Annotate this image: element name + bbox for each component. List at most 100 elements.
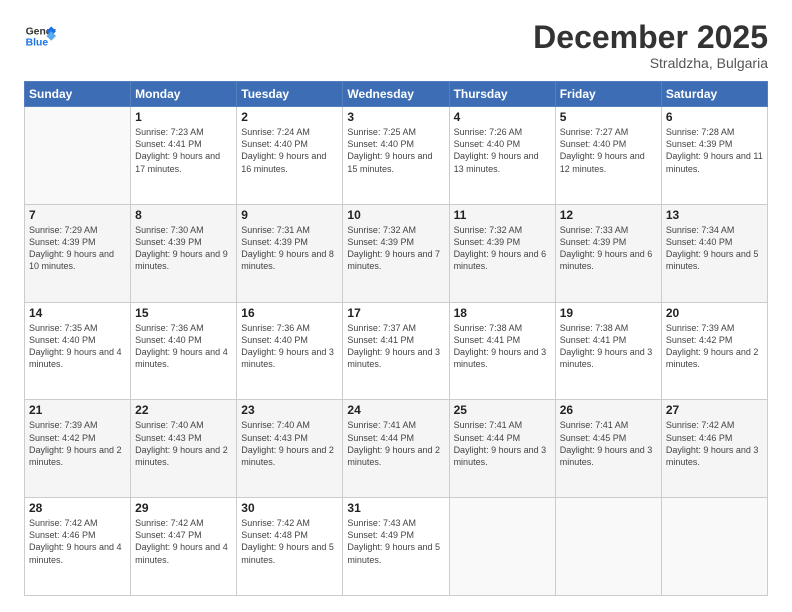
table-row: 24 Sunrise: 7:41 AM Sunset: 4:44 PM Dayli…	[343, 400, 449, 498]
day-number: 23	[241, 403, 338, 417]
table-row	[25, 107, 131, 205]
page: General Blue December 2025 Straldzha, Bu…	[0, 0, 792, 612]
day-number: 10	[347, 208, 444, 222]
cell-info: Sunrise: 7:29 AM Sunset: 4:39 PM Dayligh…	[29, 224, 126, 273]
cell-info: Sunrise: 7:36 AM Sunset: 4:40 PM Dayligh…	[241, 322, 338, 371]
table-row: 21 Sunrise: 7:39 AM Sunset: 4:42 PM Dayli…	[25, 400, 131, 498]
cell-info: Sunrise: 7:35 AM Sunset: 4:40 PM Dayligh…	[29, 322, 126, 371]
day-number: 14	[29, 306, 126, 320]
day-number: 11	[454, 208, 551, 222]
svg-text:Blue: Blue	[26, 38, 49, 49]
table-row: 12 Sunrise: 7:33 AM Sunset: 4:39 PM Dayli…	[555, 204, 661, 302]
header: General Blue December 2025 Straldzha, Bu…	[24, 20, 768, 71]
table-row: 17 Sunrise: 7:37 AM Sunset: 4:41 PM Dayli…	[343, 302, 449, 400]
table-row: 25 Sunrise: 7:41 AM Sunset: 4:44 PM Dayli…	[449, 400, 555, 498]
calendar-week-row: 7 Sunrise: 7:29 AM Sunset: 4:39 PM Daylig…	[25, 204, 768, 302]
cell-info: Sunrise: 7:42 AM Sunset: 4:46 PM Dayligh…	[666, 419, 763, 468]
table-row: 5 Sunrise: 7:27 AM Sunset: 4:40 PM Daylig…	[555, 107, 661, 205]
title-block: December 2025 Straldzha, Bulgaria	[533, 20, 768, 71]
header-thursday: Thursday	[449, 82, 555, 107]
day-number: 21	[29, 403, 126, 417]
day-number: 17	[347, 306, 444, 320]
day-number: 5	[560, 110, 657, 124]
table-row: 11 Sunrise: 7:32 AM Sunset: 4:39 PM Dayli…	[449, 204, 555, 302]
cell-info: Sunrise: 7:41 AM Sunset: 4:44 PM Dayligh…	[454, 419, 551, 468]
cell-info: Sunrise: 7:37 AM Sunset: 4:41 PM Dayligh…	[347, 322, 444, 371]
cell-info: Sunrise: 7:40 AM Sunset: 4:43 PM Dayligh…	[135, 419, 232, 468]
table-row: 26 Sunrise: 7:41 AM Sunset: 4:45 PM Dayli…	[555, 400, 661, 498]
cell-info: Sunrise: 7:32 AM Sunset: 4:39 PM Dayligh…	[347, 224, 444, 273]
cell-info: Sunrise: 7:27 AM Sunset: 4:40 PM Dayligh…	[560, 126, 657, 175]
cell-info: Sunrise: 7:39 AM Sunset: 4:42 PM Dayligh…	[666, 322, 763, 371]
cell-info: Sunrise: 7:30 AM Sunset: 4:39 PM Dayligh…	[135, 224, 232, 273]
table-row: 4 Sunrise: 7:26 AM Sunset: 4:40 PM Daylig…	[449, 107, 555, 205]
day-number: 16	[241, 306, 338, 320]
day-number: 3	[347, 110, 444, 124]
day-number: 1	[135, 110, 232, 124]
day-number: 7	[29, 208, 126, 222]
table-row: 19Sunrise: 7:38 AM Sunset: 4:41 PM Dayli…	[555, 302, 661, 400]
cell-info: Sunrise: 7:39 AM Sunset: 4:42 PM Dayligh…	[29, 419, 126, 468]
table-row: 3 Sunrise: 7:25 AM Sunset: 4:40 PM Daylig…	[343, 107, 449, 205]
day-number: 12	[560, 208, 657, 222]
table-row: 18Sunrise: 7:38 AM Sunset: 4:41 PM Dayli…	[449, 302, 555, 400]
calendar-table: Sunday Monday Tuesday Wednesday Thursday…	[24, 81, 768, 596]
day-number: 13	[666, 208, 763, 222]
table-row: 10 Sunrise: 7:32 AM Sunset: 4:39 PM Dayli…	[343, 204, 449, 302]
day-number: 4	[454, 110, 551, 124]
table-row: 22 Sunrise: 7:40 AM Sunset: 4:43 PM Dayli…	[131, 400, 237, 498]
table-row: 7 Sunrise: 7:29 AM Sunset: 4:39 PM Daylig…	[25, 204, 131, 302]
header-monday: Monday	[131, 82, 237, 107]
table-row: 28 Sunrise: 7:42 AM Sunset: 4:46 PM Dayli…	[25, 498, 131, 596]
cell-info: Sunrise: 7:42 AM Sunset: 4:47 PM Dayligh…	[135, 517, 232, 566]
logo: General Blue	[24, 20, 56, 52]
table-row: 9Sunrise: 7:31 AM Sunset: 4:39 PM Daylig…	[237, 204, 343, 302]
day-number: 18	[454, 306, 551, 320]
month-title: December 2025	[533, 20, 768, 55]
table-row	[661, 498, 767, 596]
table-row: 13Sunrise: 7:34 AM Sunset: 4:40 PM Dayli…	[661, 204, 767, 302]
cell-info: Sunrise: 7:41 AM Sunset: 4:44 PM Dayligh…	[347, 419, 444, 468]
cell-info: Sunrise: 7:32 AM Sunset: 4:39 PM Dayligh…	[454, 224, 551, 273]
calendar-header-row: Sunday Monday Tuesday Wednesday Thursday…	[25, 82, 768, 107]
table-row: 8 Sunrise: 7:30 AM Sunset: 4:39 PM Daylig…	[131, 204, 237, 302]
table-row: 1 Sunrise: 7:23 AM Sunset: 4:41 PM Daylig…	[131, 107, 237, 205]
cell-info: Sunrise: 7:36 AM Sunset: 4:40 PM Dayligh…	[135, 322, 232, 371]
table-row: 20 Sunrise: 7:39 AM Sunset: 4:42 PM Dayli…	[661, 302, 767, 400]
cell-info: Sunrise: 7:26 AM Sunset: 4:40 PM Dayligh…	[454, 126, 551, 175]
table-row: 31 Sunrise: 7:43 AM Sunset: 4:49 PM Dayli…	[343, 498, 449, 596]
cell-info: Sunrise: 7:25 AM Sunset: 4:40 PM Dayligh…	[347, 126, 444, 175]
header-wednesday: Wednesday	[343, 82, 449, 107]
table-row: 6Sunrise: 7:28 AM Sunset: 4:39 PM Daylig…	[661, 107, 767, 205]
cell-info: Sunrise: 7:41 AM Sunset: 4:45 PM Dayligh…	[560, 419, 657, 468]
cell-info: Sunrise: 7:40 AM Sunset: 4:43 PM Dayligh…	[241, 419, 338, 468]
day-number: 28	[29, 501, 126, 515]
day-number: 20	[666, 306, 763, 320]
header-sunday: Sunday	[25, 82, 131, 107]
cell-info: Sunrise: 7:42 AM Sunset: 4:46 PM Dayligh…	[29, 517, 126, 566]
day-number: 22	[135, 403, 232, 417]
day-number: 24	[347, 403, 444, 417]
day-number: 26	[560, 403, 657, 417]
table-row	[449, 498, 555, 596]
cell-info: Sunrise: 7:23 AM Sunset: 4:41 PM Dayligh…	[135, 126, 232, 175]
day-number: 29	[135, 501, 232, 515]
day-number: 31	[347, 501, 444, 515]
table-row: 27 Sunrise: 7:42 AM Sunset: 4:46 PM Dayli…	[661, 400, 767, 498]
day-number: 25	[454, 403, 551, 417]
cell-info: Sunrise: 7:31 AM Sunset: 4:39 PM Dayligh…	[241, 224, 338, 273]
cell-info: Sunrise: 7:43 AM Sunset: 4:49 PM Dayligh…	[347, 517, 444, 566]
header-tuesday: Tuesday	[237, 82, 343, 107]
cell-info: Sunrise: 7:42 AM Sunset: 4:48 PM Dayligh…	[241, 517, 338, 566]
table-row: 15 Sunrise: 7:36 AM Sunset: 4:40 PM Dayli…	[131, 302, 237, 400]
cell-info: Sunrise: 7:28 AM Sunset: 4:39 PM Dayligh…	[666, 126, 763, 175]
location: Straldzha, Bulgaria	[533, 55, 768, 71]
cell-info: Sunrise: 7:38 AM Sunset: 4:41 PM Dayligh…	[560, 322, 657, 371]
table-row: 29 Sunrise: 7:42 AM Sunset: 4:47 PM Dayli…	[131, 498, 237, 596]
table-row: 14 Sunrise: 7:35 AM Sunset: 4:40 PM Dayli…	[25, 302, 131, 400]
cell-info: Sunrise: 7:33 AM Sunset: 4:39 PM Dayligh…	[560, 224, 657, 273]
day-number: 27	[666, 403, 763, 417]
day-number: 15	[135, 306, 232, 320]
day-number: 8	[135, 208, 232, 222]
table-row: 23 Sunrise: 7:40 AM Sunset: 4:43 PM Dayli…	[237, 400, 343, 498]
